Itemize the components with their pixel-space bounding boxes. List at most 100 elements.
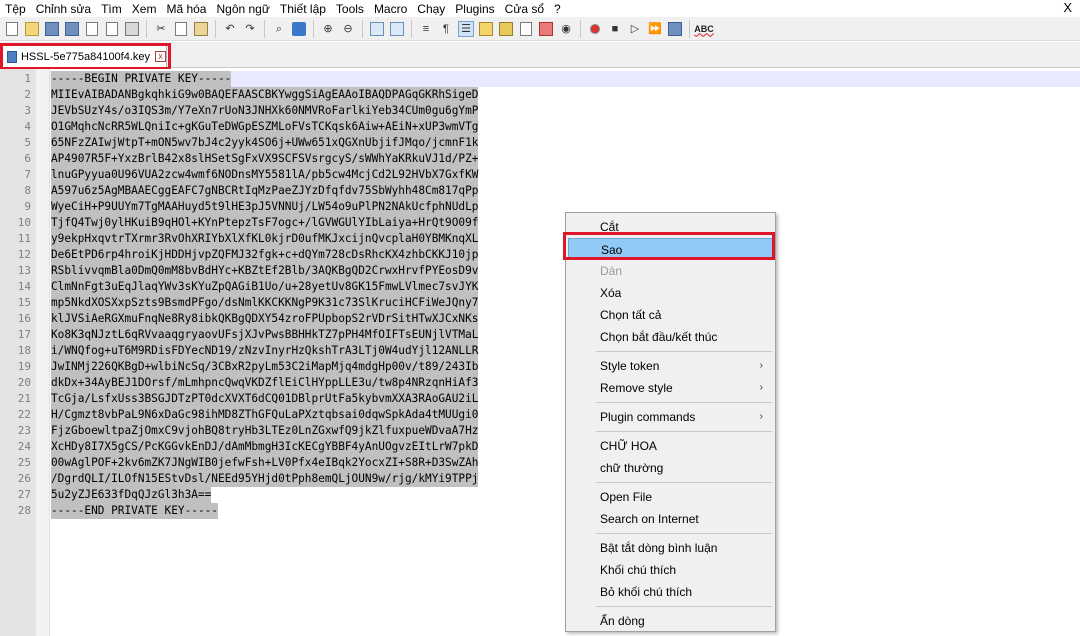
line-text[interactable]: TjfQ4Twj0ylHKuiB9qHOl+KYnPtepzTsF7ogc+/l…: [51, 215, 479, 231]
editor-line[interactable]: 28 -----END PRIVATE KEY-----: [0, 503, 1080, 519]
editor-line[interactable]: 10 TjfQ4Twj0ylHKuiB9qHOl+KYnPtepzTsF7ogc+…: [0, 215, 1080, 231]
editor-line[interactable]: 20 dkDx+34AyBEJ1DOrsf/mLmhpncQwqVKDZflEiC…: [0, 375, 1080, 391]
editor-line[interactable]: 21 TcGja/LsfxUss3BSGJDTzPT0dcXVXT6dCQ01DB…: [0, 391, 1080, 407]
file-tab[interactable]: HSSL-5e775a84100f4.key x: [2, 45, 167, 67]
menu-item-0[interactable]: Tệp: [0, 1, 31, 17]
editor[interactable]: 1 -----BEGIN PRIVATE KEY----- 2 MIIEvAIBADA…: [0, 69, 1080, 636]
editor-line[interactable]: 7 lnuGPyyua0U96VUA2zcw4wmf6NODnsMY5581lA/…: [0, 167, 1080, 183]
tab-close-icon[interactable]: x: [155, 51, 166, 62]
menu-item-11[interactable]: Cửa sổ: [500, 1, 549, 17]
editor-line[interactable]: 25 00wAglPOF+2kv6mZK7JNgWIB0jefwFsh+LV0Pf…: [0, 455, 1080, 471]
line-text[interactable]: XcHDy8I7X5gCS/PcKGGvkEnDJ/dAmMbmgH3IcKEC…: [51, 439, 479, 455]
line-text[interactable]: JwINMj226QKBgD+wlbiNcSq/3CBxR2pyLm53C2iM…: [51, 359, 479, 375]
editor-line[interactable]: 19 JwINMj226QKBgD+wlbiNcSq/3CBxR2pyLm53C2…: [0, 359, 1080, 375]
menu-item-10[interactable]: Plugins: [450, 1, 499, 17]
editor-line[interactable]: 18 i/WNQfog+uT6M9RDisFDYecND19/zNzvInyrHz…: [0, 343, 1080, 359]
undo-icon[interactable]: ↶: [222, 21, 238, 37]
editor-line[interactable]: 1 -----BEGIN PRIVATE KEY-----: [0, 71, 1080, 87]
line-text[interactable]: Ko8K3qNJztL6qRVvaaqgryaovUFsjXJvPwsBBHHk…: [51, 327, 479, 343]
zoom-in-icon[interactable]: ⊕: [320, 21, 336, 37]
cm-item-block-uncomment[interactable]: Bỏ khối chú thích: [568, 581, 773, 603]
word-wrap-icon[interactable]: ≡: [418, 21, 434, 37]
line-text[interactable]: O1GMqhcNcRR5WLQniIc+gKGuTeDWGpESZMLoFVsT…: [51, 119, 479, 135]
menu-item-1[interactable]: Chỉnh sửa: [31, 1, 96, 17]
line-text[interactable]: RSblivvqmBla0DmQ0mM8bvBdHYc+KBZtEf2Blb/3…: [51, 263, 479, 279]
new-file-icon[interactable]: [4, 21, 20, 37]
line-text[interactable]: JEVbSUzY4s/o3IQS3m/Y7eXn7rUoN3JNHXk60NMV…: [51, 103, 479, 119]
editor-line[interactable]: 6 AP4907R5F+YxzBrlB42x8slHSetSgFxVX9SCFSV…: [0, 151, 1080, 167]
cm-item-select-begin-end[interactable]: Chọn bắt đầu/kết thúc: [568, 326, 773, 348]
editor-line[interactable]: 8 A597u6z5AgMBAAECggEAFC7gNBCRtIqMzPaeZJY…: [0, 183, 1080, 199]
cm-item-cut[interactable]: Cắt: [568, 216, 773, 238]
replace-icon[interactable]: [291, 21, 307, 37]
line-text[interactable]: AP4907R5F+YxzBrlB42x8slHSetSgFxVX9SCFSVs…: [51, 151, 479, 167]
line-text[interactable]: /DgrdQLI/ILOfN15EStvDsl/NEEd95YHjd0tPph8…: [51, 471, 479, 487]
cm-item-search-internet[interactable]: Search on Internet: [568, 508, 773, 530]
cm-item-copy[interactable]: Sao: [568, 238, 773, 260]
editor-line[interactable]: 17 Ko8K3qNJztL6qRVvaaqgryaovUFsjXJvPwsBBH…: [0, 327, 1080, 343]
close-file-icon[interactable]: [84, 21, 100, 37]
menu-item-7[interactable]: Tools: [331, 1, 369, 17]
cm-item-lowercase[interactable]: chữ thường: [568, 457, 773, 479]
menu-item-5[interactable]: Ngôn ngữ: [211, 1, 274, 17]
line-text[interactable]: H/Cgmzt8vbPaL9N6xDaGc98ihMD8ZThGFQuLaPXz…: [51, 407, 479, 423]
save-icon[interactable]: [44, 21, 60, 37]
editor-line[interactable]: 26/DgrdQLI/ILOfN15EStvDsl/NEEd95YHjd0tPp…: [0, 471, 1080, 487]
cut-icon[interactable]: ✂: [153, 21, 169, 37]
line-text[interactable]: i/WNQfog+uT6M9RDisFDYecND19/zNzvInyrHzQk…: [51, 343, 479, 359]
doc-map-icon[interactable]: [498, 21, 514, 37]
cm-item-plugin-commands[interactable]: Plugin commands ›: [568, 406, 773, 428]
editor-line[interactable]: 9 WyeCiH+P9UUYm7TgMAAHuyd5t9lHE3pJ5VNNUj/…: [0, 199, 1080, 215]
editor-line[interactable]: 23 FjzGboewltpaZjOmxC9vjohBQ8tryHb3LTEz0L…: [0, 423, 1080, 439]
user-language-icon[interactable]: [478, 21, 494, 37]
macro-stop-icon[interactable]: ■: [607, 21, 623, 37]
line-text[interactable]: lnuGPyyua0U96VUA2zcw4wmf6NODnsMY5581lA/p…: [51, 167, 479, 183]
sync-vertical-icon[interactable]: [369, 21, 385, 37]
line-text[interactable]: MIIEvAIBADANBgkqhkiG9w0BAQEFAASCBKYwggSi…: [51, 87, 479, 103]
line-text[interactable]: TcGja/LsfxUss3BSGJDTzPT0dcXVXT6dCQ01DBlp…: [51, 391, 479, 407]
print-icon[interactable]: [124, 21, 140, 37]
save-all-icon[interactable]: [64, 21, 80, 37]
macro-save-icon[interactable]: [667, 21, 683, 37]
line-text[interactable]: A597u6z5AgMBAAECggEAFC7gNBCRtIqMzPaeZJYz…: [51, 183, 479, 199]
editor-line[interactable]: 14 ClmNnFgt3uEqJlaqYWv3sKYuZpQAGiB1Uo/u+2…: [0, 279, 1080, 295]
editor-line[interactable]: 27 5u2yZJE633fDqQJzGl3h3A==: [0, 487, 1080, 503]
open-file-icon[interactable]: [24, 21, 40, 37]
monitoring-icon[interactable]: ◉: [558, 21, 574, 37]
editor-line[interactable]: 13 RSblivvqmBla0DmQ0mM8bvBdHYc+KBZtEf2Blb…: [0, 263, 1080, 279]
editor-line[interactable]: 12 De6EtPD6rp4hroiKjHDDHjvpZQFMJ32fgk+c+d…: [0, 247, 1080, 263]
menu-item-6[interactable]: Thiết lập: [275, 1, 331, 17]
line-text[interactable]: -----BEGIN PRIVATE KEY-----: [51, 71, 232, 87]
editor-line[interactable]: 16 klJVSiAeRGXmuFnqNe8Ry8ibkQKBgQDXY54zro…: [0, 311, 1080, 327]
menu-item-3[interactable]: Xem: [127, 1, 162, 17]
editor-line[interactable]: 4 O1GMqhcNcRR5WLQniIc+gKGuTeDWGpESZMLoFVs…: [0, 119, 1080, 135]
cm-item-remove-style[interactable]: Remove style ›: [568, 377, 773, 399]
menu-item-2[interactable]: Tìm: [96, 1, 127, 17]
cm-item-open-file[interactable]: Open File: [568, 486, 773, 508]
editor-line[interactable]: 5 65NFzZAIwjWtpT+mON5wv7bJ4c2yyk4SO6j+UWw…: [0, 135, 1080, 151]
cm-item-uppercase[interactable]: CHỮ HOA: [568, 435, 773, 457]
copy-icon[interactable]: [173, 21, 189, 37]
line-text[interactable]: -----END PRIVATE KEY-----: [51, 503, 218, 519]
sync-horizontal-icon[interactable]: [389, 21, 405, 37]
folder-workspace-icon[interactable]: [538, 21, 554, 37]
cm-item-hide-lines[interactable]: Ẩn dòng: [568, 610, 773, 632]
line-text[interactable]: 00wAglPOF+2kv6mZK7JNgWIB0jefwFsh+LV0Pfx4…: [51, 455, 479, 471]
editor-line[interactable]: 22 H/Cgmzt8vbPaL9N6xDaGc98ihMD8ZThGFQuLaP…: [0, 407, 1080, 423]
function-list-icon[interactable]: [518, 21, 534, 37]
line-text[interactable]: WyeCiH+P9UUYm7TgMAAHuyd5t9lHE3pJ5VNNUj/L…: [51, 199, 479, 215]
line-text[interactable]: 65NFzZAIwjWtpT+mON5wv7bJ4c2yyk4SO6j+UWw6…: [51, 135, 479, 151]
line-text[interactable]: y9ekpHxqvtrTXrmr3RvOhXRIYbXlXfKL0kjrD0uf…: [51, 231, 479, 247]
show-all-chars-icon[interactable]: ¶: [438, 21, 454, 37]
editor-line[interactable]: 11 y9ekpHxqvtrTXrmr3RvOhXRIYbXlXfKL0kjrD0…: [0, 231, 1080, 247]
cm-item-block-comment[interactable]: Khối chú thích: [568, 559, 773, 581]
macro-run-multiple-icon[interactable]: ⏩: [647, 21, 663, 37]
line-text[interactable]: dkDx+34AyBEJ1DOrsf/mLmhpncQwqVKDZflEiClH…: [51, 375, 479, 391]
close-window-button[interactable]: X: [1063, 0, 1072, 16]
line-text[interactable]: mp5NkdXOSXxpSzts9BsmdPFgo/dsNmlKKCKKNgP9…: [51, 295, 479, 311]
line-text[interactable]: klJVSiAeRGXmuFnqNe8Ry8ibkQKBgQDXY54zroFP…: [51, 311, 479, 327]
editor-line[interactable]: 24 XcHDy8I7X5gCS/PcKGGvkEnDJ/dAmMbmgH3IcK…: [0, 439, 1080, 455]
spellcheck-icon[interactable]: ABC: [694, 21, 714, 37]
editor-line[interactable]: 3 JEVbSUzY4s/o3IQS3m/Y7eXn7rUoN3JNHXk60NM…: [0, 103, 1080, 119]
indent-guide-icon[interactable]: ☰: [458, 20, 474, 37]
